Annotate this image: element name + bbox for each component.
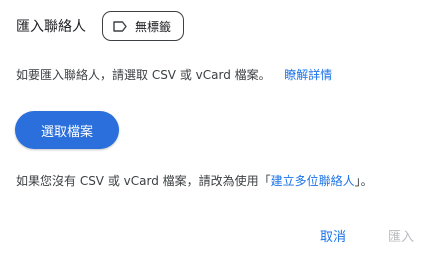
dialog-footer: 取消 匯入 [286,222,422,249]
import-button[interactable]: 匯入 [380,222,422,249]
import-contacts-dialog: 匯入聯絡人 無標籤 如要匯入聯絡人，請選取 CSV 或 vCard 檔案。 瞭解… [0,0,440,256]
select-file-button[interactable]: 選取檔案 [15,111,119,149]
cancel-button[interactable]: 取消 [312,222,354,249]
dialog-title: 匯入聯絡人 [16,19,86,35]
create-multiple-contacts-link[interactable]: 建立多位聯絡人 [271,174,355,188]
label-selector-chip[interactable]: 無標籤 [102,11,185,41]
alternative-suffix: 」。 [354,174,373,188]
info-text: 如要匯入聯絡人，請選取 CSV 或 vCard 檔案。 [16,68,271,82]
alternative-prefix: 如果您沒有 CSV 或 vCard 檔案，請改為使用「 [16,174,271,188]
import-info-text: 如要匯入聯絡人，請選取 CSV 或 vCard 檔案。 瞭解詳情 [16,66,332,83]
label-chip-text: 無標籤 [135,19,172,34]
label-outline-icon [113,20,127,32]
learn-more-link[interactable]: 瞭解詳情 [284,68,332,82]
dialog-header: 匯入聯絡人 無標籤 [16,10,185,42]
alternative-text: 如果您沒有 CSV 或 vCard 檔案，請改為使用「建立多位聯絡人」。 [16,172,373,189]
